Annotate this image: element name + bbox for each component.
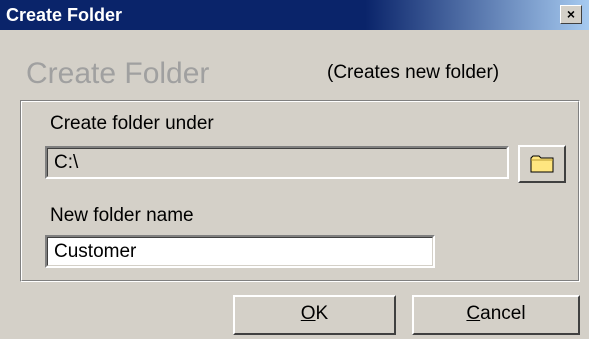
folder-name-label: New folder name bbox=[50, 205, 194, 226]
dialog-heading: Create Folder bbox=[26, 57, 210, 90]
window-title: Create Folder bbox=[6, 5, 123, 25]
folder-name-input[interactable]: Customer bbox=[45, 235, 435, 268]
folder-name-value: Customer bbox=[47, 237, 433, 266]
title-bar[interactable]: Create Folder × bbox=[0, 0, 589, 30]
cancel-label-rest: ancel bbox=[480, 303, 526, 324]
cancel-mnemonic: C bbox=[466, 303, 481, 324]
close-icon: × bbox=[566, 6, 576, 22]
parent-folder-value: C:\ bbox=[47, 148, 507, 177]
close-button[interactable]: × bbox=[560, 5, 582, 24]
dialog-subheading: (Creates new folder) bbox=[327, 62, 500, 83]
parent-folder-field[interactable]: C:\ bbox=[45, 146, 509, 179]
ok-button[interactable]: OK bbox=[233, 295, 396, 335]
create-folder-dialog: Create Folder × Create Folder (Creates n… bbox=[0, 0, 589, 339]
parent-folder-label: Create folder under bbox=[50, 113, 214, 134]
folder-icon bbox=[530, 155, 554, 173]
cancel-button[interactable]: Cancel bbox=[412, 295, 580, 335]
ok-mnemonic: O bbox=[300, 303, 316, 324]
browse-folder-button[interactable] bbox=[518, 145, 566, 183]
ok-label-rest: K bbox=[315, 303, 329, 324]
